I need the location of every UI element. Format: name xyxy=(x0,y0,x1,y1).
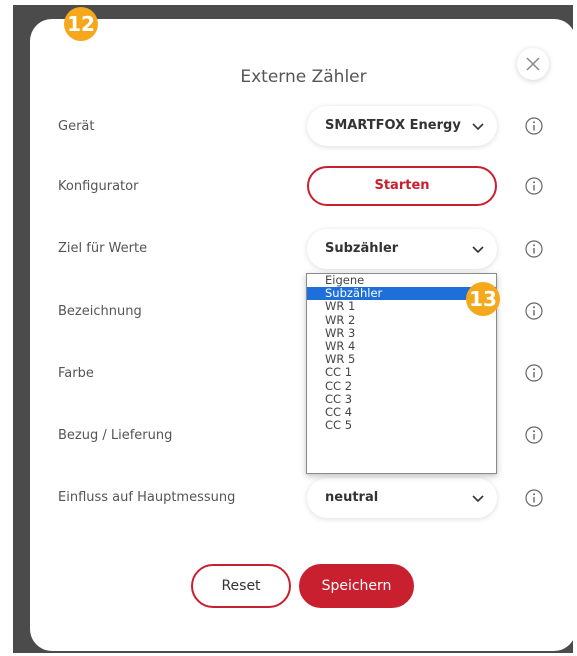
dropdown-option[interactable]: CC 5 xyxy=(307,418,496,432)
close-icon xyxy=(526,57,540,71)
info-icon[interactable] xyxy=(525,302,543,320)
close-button[interactable] xyxy=(517,48,549,80)
dropdown-option[interactable]: CC 2 xyxy=(307,379,496,393)
direction-label: Bezug / Lieferung xyxy=(58,428,173,443)
info-icon[interactable] xyxy=(525,240,543,258)
influence-select-value: neutral xyxy=(325,490,379,505)
configurator-label: Konfigurator xyxy=(58,179,139,194)
reset-button[interactable]: Reset xyxy=(191,564,291,608)
influence-label: Einfluss auf Hauptmessung xyxy=(58,490,236,505)
target-select[interactable]: Subzähler xyxy=(307,229,497,269)
step-badge-12: 12 xyxy=(64,7,98,41)
start-configurator-button[interactable]: Starten xyxy=(307,166,497,206)
dropdown-option[interactable]: WR 3 xyxy=(307,326,496,340)
device-select-value: SMARTFOX Energy M xyxy=(325,118,465,133)
dropdown-option[interactable]: CC 3 xyxy=(307,392,496,406)
influence-select[interactable]: neutral xyxy=(307,478,497,518)
save-button[interactable]: Speichern xyxy=(299,564,414,608)
dropdown-option[interactable]: WR 2 xyxy=(307,313,496,327)
dropdown-option[interactable]: CC 1 xyxy=(307,366,496,379)
info-icon[interactable] xyxy=(525,117,543,135)
name-label: Bezeichnung xyxy=(58,304,142,319)
info-icon[interactable] xyxy=(525,177,543,195)
info-icon[interactable] xyxy=(525,364,543,382)
device-select[interactable]: SMARTFOX Energy M xyxy=(307,106,497,146)
chevron-down-icon xyxy=(472,246,484,254)
info-icon[interactable] xyxy=(525,489,543,507)
target-label: Ziel für Werte xyxy=(58,241,148,256)
dialog-title: Externe Zähler xyxy=(240,67,367,87)
step-badge-13: 13 xyxy=(466,282,500,316)
chevron-down-icon xyxy=(472,495,484,503)
info-icon[interactable] xyxy=(525,426,543,444)
target-select-value: Subzähler xyxy=(325,241,399,256)
chevron-down-icon xyxy=(472,123,484,131)
color-label: Farbe xyxy=(58,366,94,381)
device-label: Gerät xyxy=(58,119,95,134)
